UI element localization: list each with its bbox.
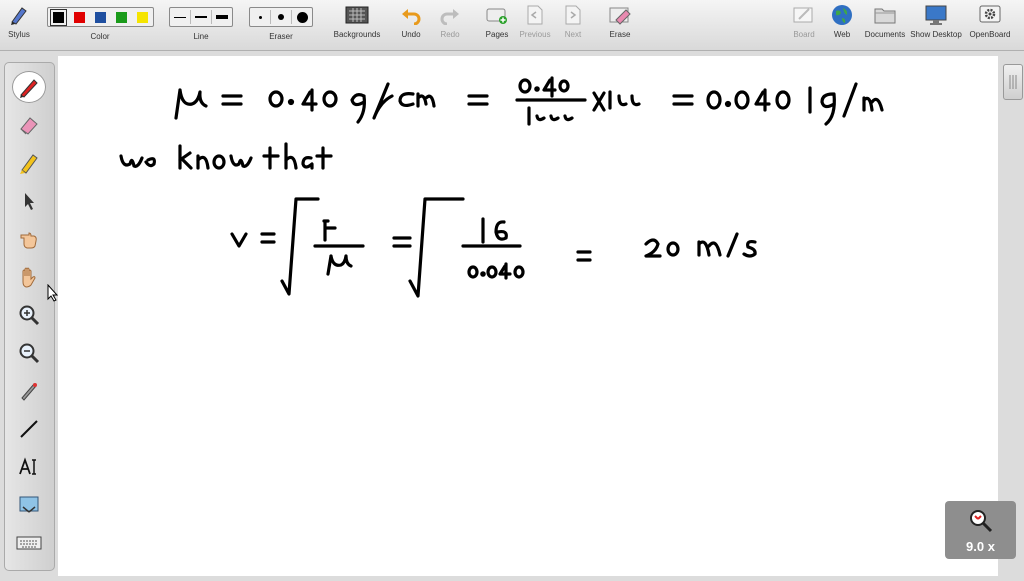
globe-icon [830, 0, 854, 30]
pen-icon [20, 79, 38, 98]
line-label: Line [193, 32, 209, 41]
text-icon [19, 457, 36, 475]
undo-label: Undo [401, 30, 421, 39]
zoom-out-icon [19, 343, 40, 364]
eraser-label: Eraser [269, 32, 293, 41]
add-page-icon [485, 0, 509, 30]
keyboard-icon [16, 536, 42, 550]
eraser-tool[interactable] [12, 109, 46, 141]
color-group: Color [45, 0, 155, 50]
backgrounds-icon [345, 0, 369, 30]
line-width-options [169, 7, 233, 27]
pointing-hand-icon [20, 232, 37, 249]
board-button[interactable]: Board [790, 0, 818, 50]
board-icon [793, 0, 815, 30]
desktop-icon [924, 0, 948, 30]
color-swatch-red[interactable] [73, 11, 85, 23]
arrow-cursor-icon [25, 193, 34, 210]
line-thin-option[interactable] [170, 10, 190, 24]
undo-button[interactable]: Undo [397, 0, 425, 50]
color-swatch-blue[interactable] [94, 11, 106, 23]
folder-icon [873, 0, 897, 30]
eraser-group: Eraser [248, 0, 314, 50]
highlighter-icon [20, 154, 38, 174]
highlighter-tool[interactable] [12, 147, 46, 179]
openboard-label: OpenBoard [969, 30, 1011, 39]
mouse-cursor-icon [47, 284, 59, 302]
handwriting-strokes [119, 76, 884, 298]
board-label: Board [793, 30, 815, 39]
openboard-menu-button[interactable]: OpenBoard [966, 0, 1014, 50]
eraser-large-option[interactable] [291, 10, 312, 24]
documents-button[interactable]: Documents [862, 0, 908, 50]
gear-icon [978, 0, 1002, 30]
magnifier-icon [969, 510, 992, 533]
laser-pointer-tool[interactable] [12, 375, 46, 407]
backgrounds-label: Backgrounds [333, 30, 381, 39]
eraser-size-options [249, 7, 313, 27]
line-group: Line [168, 0, 234, 50]
right-edge-strip [998, 56, 1024, 576]
stylus-button[interactable]: Stylus [4, 0, 34, 50]
eraser-icon [20, 117, 38, 135]
previous-page-icon [526, 0, 544, 30]
zoom-level: 9.0 x [966, 539, 995, 554]
color-label: Color [90, 32, 110, 41]
redo-label: Redo [440, 30, 460, 39]
library-toggle-button[interactable] [1003, 64, 1023, 100]
show-desktop-label: Show Desktop [910, 30, 962, 39]
line-icon [20, 420, 38, 438]
laser-pointer-icon [21, 383, 37, 401]
color-swatch-yellow[interactable] [136, 11, 148, 23]
eraser-medium-option[interactable] [270, 10, 291, 24]
top-toolbar: Stylus Color Line Eraser Backgrounds Und… [0, 0, 1024, 51]
pen-tool[interactable] [12, 71, 46, 103]
tool-palette [4, 62, 55, 571]
web-button[interactable]: Web [828, 0, 856, 50]
hand-tool[interactable] [12, 261, 46, 293]
next-button[interactable]: Next [558, 0, 588, 50]
text-tool[interactable] [12, 451, 46, 483]
stylus-label: Stylus [8, 30, 30, 39]
hand-icon [22, 267, 36, 288]
virtual-keyboard-tool[interactable] [12, 527, 46, 559]
pages-button[interactable]: Pages [482, 0, 512, 50]
eraser-small-option[interactable] [250, 10, 270, 24]
previous-button[interactable]: Previous [517, 0, 553, 50]
next-page-icon [564, 0, 582, 30]
color-swatches [46, 7, 154, 27]
redo-icon [439, 0, 461, 30]
select-tool[interactable] [12, 185, 46, 217]
grip-icon [1009, 75, 1017, 89]
whiteboard-canvas[interactable] [58, 56, 998, 576]
color-swatch-green[interactable] [115, 11, 127, 23]
line-tool[interactable] [12, 413, 46, 445]
next-label: Next [564, 30, 582, 39]
zoom-in-tool[interactable] [12, 299, 46, 331]
stylus-icon [8, 0, 30, 30]
erase-page-icon [608, 0, 632, 30]
previous-label: Previous [519, 30, 551, 39]
interact-tool[interactable] [12, 223, 46, 255]
line-thick-option[interactable] [211, 10, 232, 24]
web-label: Web [833, 30, 851, 39]
erase-button[interactable]: Erase [605, 0, 635, 50]
capture-icon [19, 496, 39, 513]
show-desktop-button[interactable]: Show Desktop [908, 0, 964, 50]
zoom-out-tool[interactable] [12, 337, 46, 369]
documents-label: Documents [864, 30, 906, 39]
redo-button[interactable]: Redo [436, 0, 464, 50]
zoom-indicator[interactable]: 9.0 x [945, 501, 1016, 559]
erase-label: Erase [609, 30, 631, 39]
zoom-in-icon [19, 305, 40, 326]
capture-tool[interactable] [12, 489, 46, 521]
undo-icon [400, 0, 422, 30]
backgrounds-button[interactable]: Backgrounds [330, 0, 384, 50]
pages-label: Pages [485, 30, 509, 39]
line-medium-option[interactable] [190, 10, 211, 24]
color-swatch-black[interactable] [49, 8, 67, 26]
